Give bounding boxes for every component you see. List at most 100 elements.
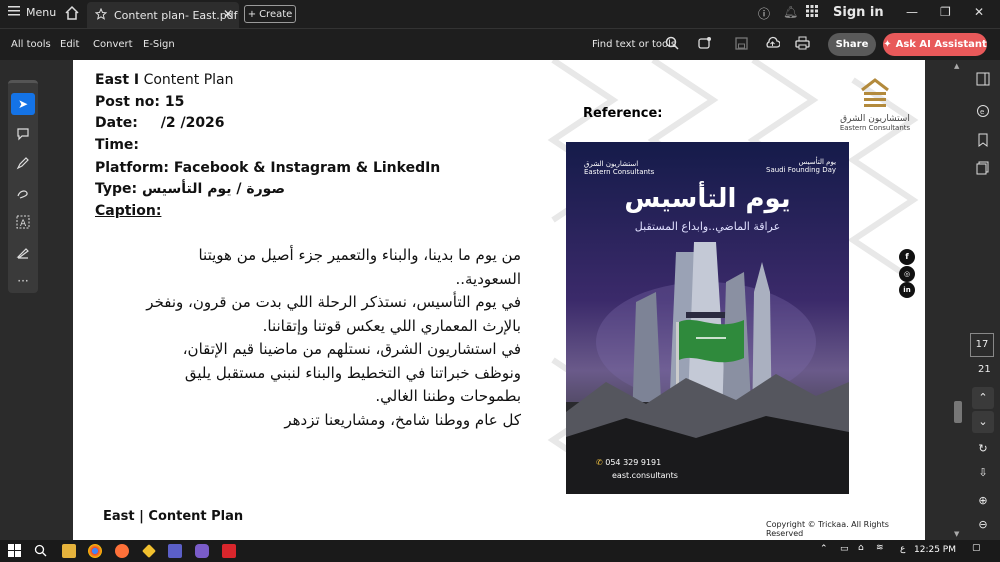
cloud-upload-icon[interactable]	[765, 36, 781, 53]
ai-sparkle-icon: ✦	[883, 39, 892, 50]
caption-line: بالإرث المعماري اللي يعكس قوتنا وإتقاننا…	[262, 316, 521, 335]
acrobat-icon[interactable]	[222, 544, 236, 558]
find-tools-label[interactable]: Find text or tools	[592, 39, 676, 50]
search-icon[interactable]	[665, 36, 679, 53]
comment-icon[interactable]	[15, 127, 31, 143]
poster-logo-arabic: استشاريون الشرق	[584, 160, 639, 168]
ask-ai-label: Ask AI Assistant	[895, 39, 987, 50]
panel-toggle-icon[interactable]	[975, 72, 991, 88]
chevron-down-icon[interactable]: ⌄	[972, 411, 994, 433]
scroll-up-icon[interactable]: ▲	[954, 62, 959, 70]
home-icon[interactable]	[64, 5, 80, 24]
all-tools-menu[interactable]: All tools	[11, 39, 51, 50]
sign-in-button[interactable]: Sign in	[833, 5, 884, 20]
maximize-icon[interactable]: ❐	[940, 5, 951, 19]
founding-day-badge: يوم التأسيس Saudi Founding Day	[766, 158, 836, 174]
help-icon[interactable]: ⓘ	[758, 5, 770, 22]
hamburger-icon	[8, 6, 20, 19]
title-bar: Menu Content plan- East.pdf ✕ + Create ⓘ…	[0, 0, 1000, 28]
date-label: Date:	[95, 115, 138, 131]
file-explorer-icon[interactable]	[62, 544, 76, 558]
rotate-icon[interactable]: ↻	[972, 438, 994, 460]
post-number: Post no: 15	[95, 94, 185, 110]
type-label: Type:	[95, 181, 138, 197]
highlight-pen-icon[interactable]	[15, 156, 31, 172]
battery-icon[interactable]: ▭	[840, 544, 849, 554]
footer-copyright: Copyright © Trickaa. All Rights Reserved	[766, 520, 889, 538]
apps-grid-icon[interactable]	[806, 5, 818, 20]
poster-phone: ✆ 054 329 9191	[596, 458, 661, 467]
poster-logo: استشاريون الشرق Eastern Consultants	[584, 160, 654, 176]
content-plan-label: Content Plan	[139, 72, 234, 88]
type-value: صورة / يوم التأسيس	[142, 181, 285, 197]
print-icon[interactable]	[795, 36, 810, 53]
wifi-icon[interactable]: ≋	[876, 543, 884, 553]
firefox-icon[interactable]	[115, 544, 129, 558]
draw-freehand-icon[interactable]	[15, 186, 31, 202]
poster-logo-english: Eastern Consultants	[584, 168, 655, 176]
esign-menu[interactable]: E-Sign	[143, 39, 175, 50]
current-page-input[interactable]: 17	[970, 333, 994, 357]
taskbar-clock[interactable]: 12:25 PM	[914, 545, 956, 555]
sign-icon[interactable]	[15, 245, 31, 261]
ai-tools-icon[interactable]	[698, 36, 712, 53]
reference-label: Reference:	[583, 106, 663, 121]
pages-thumbnails-icon[interactable]	[975, 161, 991, 177]
caption-line: السعودية..	[455, 269, 521, 288]
edit-menu[interactable]: Edit	[60, 39, 79, 50]
company-line: East I Content Plan	[95, 72, 234, 88]
network-icon[interactable]: ⌂	[858, 543, 864, 553]
vertical-scrollbar[interactable]: ▲ ▼	[950, 60, 966, 540]
document-tab[interactable]: Content plan- East.pdf ✕	[87, 2, 239, 28]
language-indicator[interactable]: ع	[900, 544, 905, 554]
more-options-icon[interactable]: ···	[15, 273, 31, 289]
total-pages: 21	[978, 364, 991, 375]
windows-taskbar: ⌃ ▭ ⌂ ≋ ع 12:25 PM ▢	[0, 540, 1000, 562]
star-icon[interactable]	[94, 7, 108, 23]
select-cursor-icon[interactable]: ➤	[11, 93, 35, 115]
scrollbar-thumb[interactable]	[954, 401, 962, 423]
notifications-icon[interactable]: ▢	[972, 543, 981, 553]
text-box-icon[interactable]: A	[15, 215, 31, 231]
comments-panel-icon[interactable]: e	[975, 104, 991, 120]
footer-left: East | Content Plan	[103, 509, 244, 524]
platform-line: Platform: Facebook & Instagram & LinkedI…	[95, 160, 441, 176]
facebook-icon: f	[899, 249, 915, 265]
zoom-out-icon[interactable]: ⊖	[972, 514, 994, 536]
minimize-icon[interactable]: —	[906, 5, 918, 19]
logo-mark-icon	[861, 78, 889, 107]
download-icon[interactable]: ⇩	[972, 462, 994, 484]
app-purple-icon[interactable]	[195, 544, 209, 558]
close-window-icon[interactable]: ✕	[974, 5, 984, 19]
instagram-icon: ◎	[899, 266, 915, 282]
create-label: Create	[259, 8, 293, 20]
windows-start-icon[interactable]	[8, 544, 22, 558]
company-logo: استشاريون الشرق Eastern Consultants	[837, 76, 913, 132]
caption-line: بطموحات وطننا الغالي.	[375, 387, 521, 405]
phone-icon: ✆	[596, 458, 603, 467]
share-button[interactable]: Share	[828, 33, 876, 56]
close-tab-icon[interactable]: ✕	[223, 7, 233, 21]
bell-icon[interactable]: 🔔︎	[783, 5, 798, 19]
teams-icon[interactable]	[168, 544, 182, 558]
create-button[interactable]: + Create	[244, 5, 296, 23]
ask-ai-assistant-button[interactable]: ✦ Ask AI Assistant	[883, 33, 987, 56]
zoom-in-icon[interactable]: ⊕	[972, 490, 994, 512]
convert-menu[interactable]: Convert	[93, 39, 133, 50]
chrome-icon[interactable]	[88, 544, 102, 558]
time-label: Time:	[95, 137, 140, 153]
caption-text: من يوم ما بدينا، والبناء والتعمير جزء أص…	[103, 244, 521, 432]
app-icon[interactable]	[142, 544, 156, 558]
tab-title: Content plan- East.pdf	[114, 8, 238, 22]
caption-line: في استشاريون الشرق، نستلهم من ماضينا قيم…	[182, 340, 521, 358]
company-name: East I	[95, 72, 140, 88]
poster-phone-number: 054 329 9191	[605, 458, 662, 467]
search-taskbar-icon[interactable]	[34, 544, 48, 558]
show-hidden-icons[interactable]: ⌃	[820, 544, 828, 554]
scroll-down-icon[interactable]: ▼	[954, 530, 959, 538]
menu-button[interactable]: Menu	[8, 6, 56, 19]
main-toolbar: All tools Edit Convert E-Sign Find text …	[0, 28, 1000, 60]
bookmarks-icon[interactable]	[975, 133, 991, 149]
chevron-up-icon[interactable]: ⌃	[972, 387, 994, 409]
save-icon[interactable]	[735, 37, 748, 53]
